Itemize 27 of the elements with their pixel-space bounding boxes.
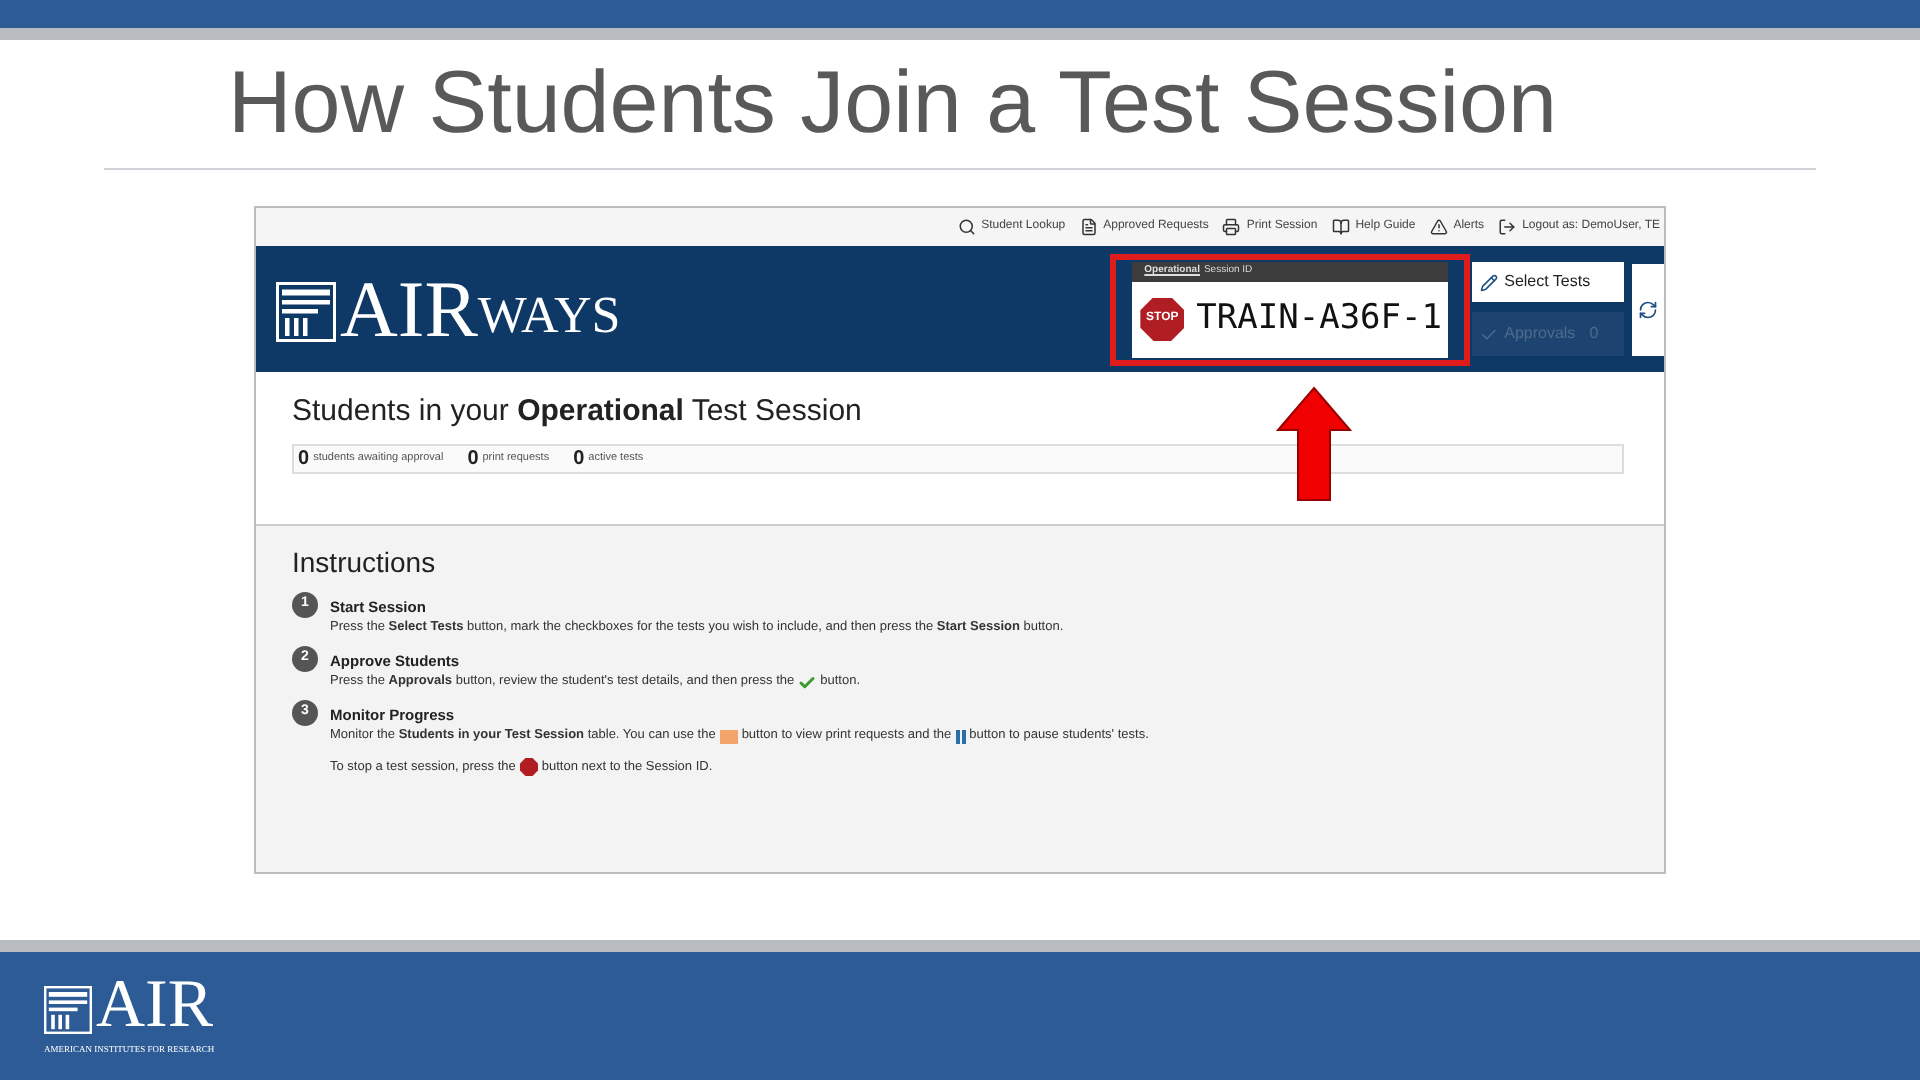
select-tests-button[interactable]: Select Tests — [1472, 262, 1625, 302]
pause-icon — [955, 729, 966, 744]
students-heading: Students in your Operational Test Session — [292, 392, 864, 432]
print-icon — [719, 729, 738, 744]
book-icon — [1331, 218, 1350, 236]
columns-logo-icon — [276, 281, 336, 341]
columns-logo-icon — [44, 986, 92, 1035]
count-value: 0 — [467, 445, 479, 473]
check-icon — [1480, 325, 1499, 343]
slide-title: How Students Join a Test Session — [228, 54, 1557, 152]
count-value: 0 — [298, 445, 310, 473]
search-icon — [957, 218, 976, 236]
count-value: 0 — [573, 445, 585, 473]
alert-icon — [1429, 218, 1448, 236]
session-id: TRAIN-A36F-1 — [1196, 295, 1442, 342]
pencil-icon — [1480, 273, 1499, 291]
check-icon — [798, 673, 817, 692]
logout-icon — [1498, 218, 1517, 236]
stop-icon — [519, 758, 538, 777]
app-logo: AIR — [340, 269, 478, 349]
app-logo-sub: WAYS — [477, 285, 621, 345]
print-icon — [1222, 218, 1241, 236]
footer-logo: AIR — [96, 974, 214, 1039]
up-arrow-icon — [1276, 386, 1352, 502]
doc-icon — [1079, 218, 1098, 236]
refresh-icon[interactable] — [1638, 299, 1659, 319]
instructions-title: Instructions — [292, 544, 438, 582]
